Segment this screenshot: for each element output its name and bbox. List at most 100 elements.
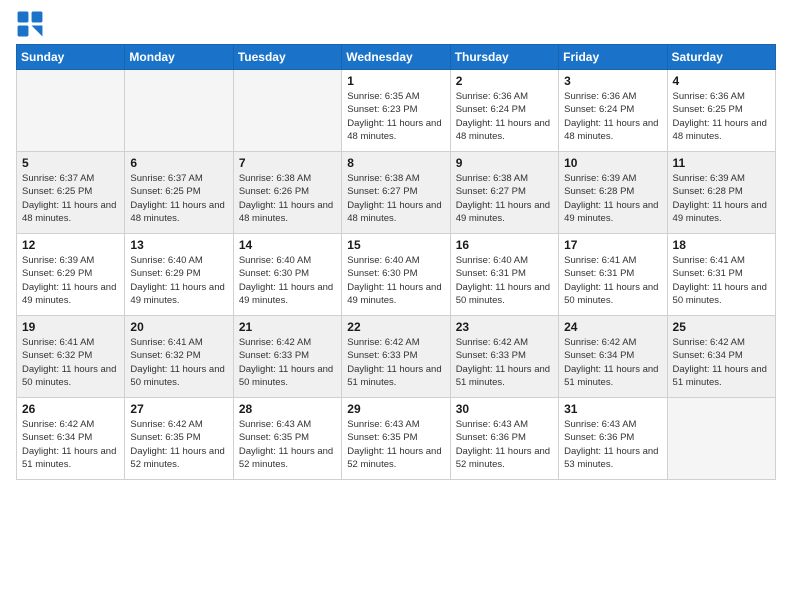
day-number: 24	[564, 320, 661, 334]
day-info: Sunrise: 6:42 AM Sunset: 6:33 PM Dayligh…	[456, 336, 553, 389]
day-info: Sunrise: 6:41 AM Sunset: 6:31 PM Dayligh…	[673, 254, 770, 307]
day-info: Sunrise: 6:40 AM Sunset: 6:29 PM Dayligh…	[130, 254, 227, 307]
table-row: 19 Sunrise: 6:41 AM Sunset: 6:32 PM Dayli…	[17, 316, 125, 398]
calendar-week-row: 19 Sunrise: 6:41 AM Sunset: 6:32 PM Dayli…	[17, 316, 776, 398]
day-info: Sunrise: 6:37 AM Sunset: 6:25 PM Dayligh…	[22, 172, 119, 225]
table-row: 13 Sunrise: 6:40 AM Sunset: 6:29 PM Dayli…	[125, 234, 233, 316]
day-number: 25	[673, 320, 770, 334]
day-number: 12	[22, 238, 119, 252]
calendar-week-row: 5 Sunrise: 6:37 AM Sunset: 6:25 PM Daylig…	[17, 152, 776, 234]
table-row: 11 Sunrise: 6:39 AM Sunset: 6:28 PM Dayli…	[667, 152, 775, 234]
day-info: Sunrise: 6:43 AM Sunset: 6:36 PM Dayligh…	[564, 418, 661, 471]
day-number: 27	[130, 402, 227, 416]
col-friday: Friday	[559, 45, 667, 70]
table-row: 21 Sunrise: 6:42 AM Sunset: 6:33 PM Dayli…	[233, 316, 341, 398]
col-tuesday: Tuesday	[233, 45, 341, 70]
day-number: 19	[22, 320, 119, 334]
table-row: 26Sunrise: 6:42 AM Sunset: 6:34 PM Dayli…	[17, 398, 125, 480]
table-row: 5 Sunrise: 6:37 AM Sunset: 6:25 PM Daylig…	[17, 152, 125, 234]
table-row: 28 Sunrise: 6:43 AM Sunset: 6:35 PM Dayli…	[233, 398, 341, 480]
table-row: 29Sunrise: 6:43 AM Sunset: 6:35 PM Dayli…	[342, 398, 450, 480]
table-row: 15Sunrise: 6:40 AM Sunset: 6:30 PM Dayli…	[342, 234, 450, 316]
day-info: Sunrise: 6:40 AM Sunset: 6:30 PM Dayligh…	[239, 254, 336, 307]
day-number: 28	[239, 402, 336, 416]
table-row: 4Sunrise: 6:36 AM Sunset: 6:25 PM Daylig…	[667, 70, 775, 152]
col-wednesday: Wednesday	[342, 45, 450, 70]
table-row: 6 Sunrise: 6:37 AM Sunset: 6:25 PM Daylig…	[125, 152, 233, 234]
col-thursday: Thursday	[450, 45, 558, 70]
day-number: 1	[347, 74, 444, 88]
logo	[16, 10, 48, 38]
day-number: 10	[564, 156, 661, 170]
day-number: 2	[456, 74, 553, 88]
day-info: Sunrise: 6:35 AM Sunset: 6:23 PM Dayligh…	[347, 90, 444, 143]
table-row: 3 Sunrise: 6:36 AM Sunset: 6:24 PM Daylig…	[559, 70, 667, 152]
day-number: 14	[239, 238, 336, 252]
day-info: Sunrise: 6:43 AM Sunset: 6:35 PM Dayligh…	[239, 418, 336, 471]
day-number: 16	[456, 238, 553, 252]
day-number: 23	[456, 320, 553, 334]
day-info: Sunrise: 6:41 AM Sunset: 6:32 PM Dayligh…	[22, 336, 119, 389]
table-row: 2 Sunrise: 6:36 AM Sunset: 6:24 PM Daylig…	[450, 70, 558, 152]
table-row	[667, 398, 775, 480]
day-info: Sunrise: 6:42 AM Sunset: 6:33 PM Dayligh…	[347, 336, 444, 389]
calendar-header-row: Sunday Monday Tuesday Wednesday Thursday…	[17, 45, 776, 70]
day-info: Sunrise: 6:36 AM Sunset: 6:25 PM Dayligh…	[673, 90, 770, 143]
day-number: 9	[456, 156, 553, 170]
day-info: Sunrise: 6:39 AM Sunset: 6:28 PM Dayligh…	[673, 172, 770, 225]
col-saturday: Saturday	[667, 45, 775, 70]
table-row	[233, 70, 341, 152]
table-row: 17 Sunrise: 6:41 AM Sunset: 6:31 PM Dayli…	[559, 234, 667, 316]
table-row: 23 Sunrise: 6:42 AM Sunset: 6:33 PM Dayli…	[450, 316, 558, 398]
day-info: Sunrise: 6:41 AM Sunset: 6:31 PM Dayligh…	[564, 254, 661, 307]
calendar-week-row: 26Sunrise: 6:42 AM Sunset: 6:34 PM Dayli…	[17, 398, 776, 480]
day-info: Sunrise: 6:36 AM Sunset: 6:24 PM Dayligh…	[456, 90, 553, 143]
day-number: 6	[130, 156, 227, 170]
table-row: 7Sunrise: 6:38 AM Sunset: 6:26 PM Daylig…	[233, 152, 341, 234]
calendar-week-row: 12 Sunrise: 6:39 AM Sunset: 6:29 PM Dayli…	[17, 234, 776, 316]
day-info: Sunrise: 6:40 AM Sunset: 6:31 PM Dayligh…	[456, 254, 553, 307]
table-row: 25 Sunrise: 6:42 AM Sunset: 6:34 PM Dayli…	[667, 316, 775, 398]
table-row: 8Sunrise: 6:38 AM Sunset: 6:27 PM Daylig…	[342, 152, 450, 234]
table-row: 27 Sunrise: 6:42 AM Sunset: 6:35 PM Dayli…	[125, 398, 233, 480]
calendar-week-row: 1 Sunrise: 6:35 AM Sunset: 6:23 PM Daylig…	[17, 70, 776, 152]
table-row: 30Sunrise: 6:43 AM Sunset: 6:36 PM Dayli…	[450, 398, 558, 480]
day-number: 31	[564, 402, 661, 416]
calendar-table: Sunday Monday Tuesday Wednesday Thursday…	[16, 44, 776, 480]
table-row	[125, 70, 233, 152]
day-info: Sunrise: 6:42 AM Sunset: 6:33 PM Dayligh…	[239, 336, 336, 389]
day-number: 5	[22, 156, 119, 170]
day-info: Sunrise: 6:39 AM Sunset: 6:28 PM Dayligh…	[564, 172, 661, 225]
day-info: Sunrise: 6:36 AM Sunset: 6:24 PM Dayligh…	[564, 90, 661, 143]
day-number: 11	[673, 156, 770, 170]
day-number: 18	[673, 238, 770, 252]
page: Sunday Monday Tuesday Wednesday Thursday…	[0, 0, 792, 612]
day-number: 22	[347, 320, 444, 334]
day-number: 15	[347, 238, 444, 252]
day-number: 29	[347, 402, 444, 416]
header	[16, 10, 776, 38]
day-number: 26	[22, 402, 119, 416]
day-number: 30	[456, 402, 553, 416]
day-info: Sunrise: 6:37 AM Sunset: 6:25 PM Dayligh…	[130, 172, 227, 225]
table-row	[17, 70, 125, 152]
day-info: Sunrise: 6:41 AM Sunset: 6:32 PM Dayligh…	[130, 336, 227, 389]
day-info: Sunrise: 6:42 AM Sunset: 6:35 PM Dayligh…	[130, 418, 227, 471]
day-info: Sunrise: 6:38 AM Sunset: 6:27 PM Dayligh…	[456, 172, 553, 225]
table-row: 1 Sunrise: 6:35 AM Sunset: 6:23 PM Daylig…	[342, 70, 450, 152]
day-info: Sunrise: 6:42 AM Sunset: 6:34 PM Dayligh…	[673, 336, 770, 389]
day-info: Sunrise: 6:38 AM Sunset: 6:27 PM Dayligh…	[347, 172, 444, 225]
table-row: 24Sunrise: 6:42 AM Sunset: 6:34 PM Dayli…	[559, 316, 667, 398]
day-number: 13	[130, 238, 227, 252]
table-row: 18 Sunrise: 6:41 AM Sunset: 6:31 PM Dayli…	[667, 234, 775, 316]
day-number: 3	[564, 74, 661, 88]
table-row: 20 Sunrise: 6:41 AM Sunset: 6:32 PM Dayli…	[125, 316, 233, 398]
logo-icon	[16, 10, 44, 38]
table-row: 22 Sunrise: 6:42 AM Sunset: 6:33 PM Dayli…	[342, 316, 450, 398]
day-info: Sunrise: 6:38 AM Sunset: 6:26 PM Dayligh…	[239, 172, 336, 225]
table-row: 14 Sunrise: 6:40 AM Sunset: 6:30 PM Dayli…	[233, 234, 341, 316]
day-number: 20	[130, 320, 227, 334]
day-number: 21	[239, 320, 336, 334]
day-number: 17	[564, 238, 661, 252]
day-info: Sunrise: 6:39 AM Sunset: 6:29 PM Dayligh…	[22, 254, 119, 307]
